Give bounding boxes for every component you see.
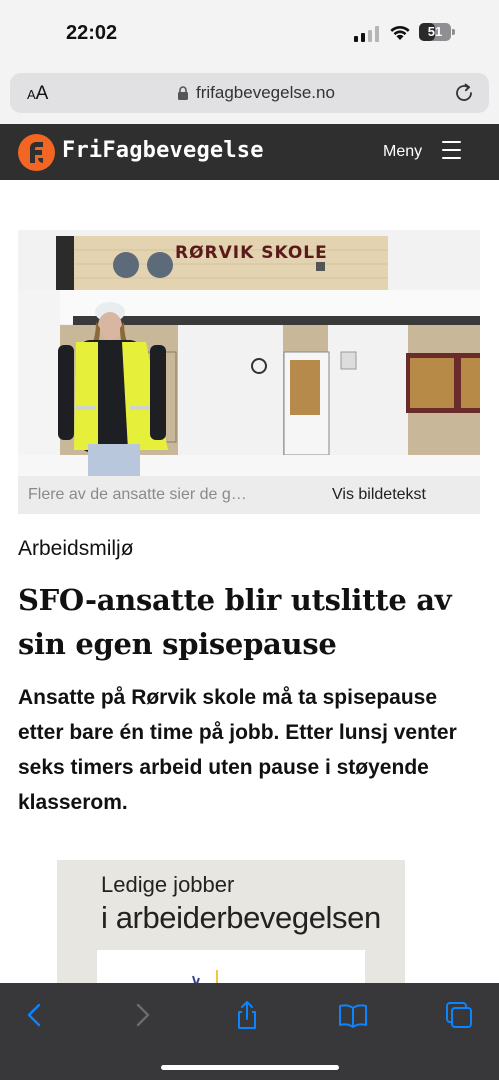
lock-icon [178, 86, 188, 100]
status-bar: 22:02 51 [0, 0, 499, 66]
bookmarks-icon[interactable] [338, 1000, 368, 1030]
status-time: 22:02 [66, 22, 118, 44]
image-caption-bar: Flere av de ansatte sier de g… Vis bilde… [18, 476, 480, 514]
cellular-signal-icon [354, 26, 379, 42]
back-icon[interactable] [20, 1000, 50, 1030]
site-header: FriFagbevegelse Meny [0, 124, 499, 180]
battery-icon: 51 [419, 23, 455, 41]
article-lead: Ansatte på Rørvik skole må ta spisepause… [18, 686, 457, 814]
ad-line-2: i arbeiderbevegelsen [101, 900, 381, 935]
share-icon[interactable] [232, 1000, 262, 1030]
battery-percentage: 51 [427, 24, 443, 39]
address-bar[interactable]: AA frifagbevegelse.no [10, 73, 489, 113]
ad-line-1: Ledige jobber [101, 872, 235, 897]
text-size-button[interactable]: AA [27, 83, 48, 105]
reload-icon[interactable] [453, 82, 475, 104]
browser-address-area: AA frifagbevegelse.no [0, 66, 499, 124]
tabs-icon[interactable] [444, 1000, 474, 1030]
menu-button-label[interactable]: Meny [383, 143, 422, 161]
school-photo: RØRVIK SKOLE [18, 230, 480, 476]
job-ad-banner[interactable]: Ledige jobber i arbeiderbevegelsen [57, 860, 405, 988]
home-indicator[interactable] [161, 1065, 339, 1070]
wifi-icon [390, 25, 410, 40]
hamburger-menu-icon[interactable] [442, 141, 461, 161]
article-headline: SFO-ansatte blir utslitte av sin egen sp… [18, 583, 452, 661]
url-text[interactable]: frifagbevegelse.no [196, 83, 335, 103]
frifagbevegelse-logo-icon[interactable] [18, 134, 55, 171]
school-sign-text: RØRVIK SKOLE [175, 243, 328, 263]
article-category[interactable]: Arbeidsmiljø [18, 537, 134, 561]
show-caption-button[interactable]: Vis bildetekst [332, 486, 426, 504]
article-hero-image[interactable]: RØRVIK SKOLE [18, 230, 480, 476]
site-logo-text[interactable]: FriFagbevegelse [62, 138, 264, 163]
forward-icon[interactable] [127, 1000, 157, 1030]
image-caption-text: Flere av de ansatte sier de g… [28, 486, 247, 503]
